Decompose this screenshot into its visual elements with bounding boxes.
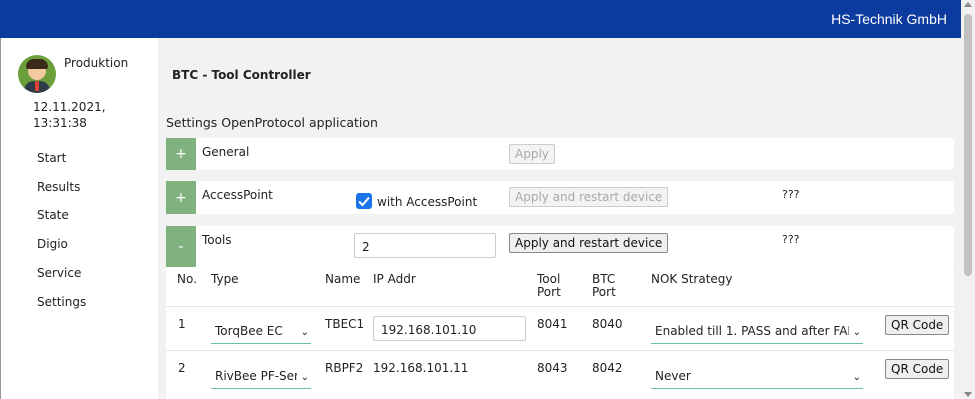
header-bar: HS-Technik GmbH	[0, 0, 961, 38]
qr-code-button[interactable]: QR Code	[885, 359, 950, 379]
row-tool-port: 8043	[537, 361, 568, 375]
row-no: 1	[178, 317, 186, 331]
nok-strategy-select[interactable]: Never ⌄	[651, 363, 863, 389]
col-tool-port: Tool Port	[537, 272, 561, 299]
sidebar-item-settings[interactable]: Settings	[37, 295, 86, 309]
current-datetime: 12.11.2021, 13:31:38	[33, 99, 106, 131]
main-content: BTC - Tool Controller Settings OpenProto…	[158, 38, 961, 399]
col-btc-port: BTC Port	[592, 272, 616, 299]
sidebar-item-results[interactable]: Results	[37, 180, 80, 194]
accesspoint-panel: + AccessPoint with AccessPoint Apply and…	[166, 181, 954, 214]
section-title: Settings OpenProtocol application	[166, 115, 378, 130]
chevron-down-icon: ⌄	[852, 327, 861, 338]
general-label: General	[202, 145, 250, 159]
row-btc-port: 8040	[592, 317, 623, 331]
check-icon	[358, 196, 370, 207]
current-time: 13:31:38	[33, 116, 87, 130]
general-panel: + General Apply	[166, 138, 954, 170]
scroll-up-icon[interactable]	[964, 2, 972, 7]
general-expand-button[interactable]: +	[166, 138, 196, 170]
sidebar-item-service[interactable]: Service	[37, 266, 81, 280]
nok-strategy-value: Never	[655, 369, 691, 383]
type-select[interactable]: RivBee PF-Serie ⌄	[211, 363, 311, 389]
tools-apply-restart-button[interactable]: Apply and restart device	[509, 233, 669, 253]
row-name: RBPF2	[325, 361, 364, 375]
accesspoint-expand-button[interactable]: +	[166, 181, 196, 214]
col-type: Type	[211, 272, 239, 286]
vertical-scrollbar[interactable]	[961, 0, 975, 399]
nok-strategy-select[interactable]: Enabled till 1. PASS and after FAIL ⌄	[651, 318, 863, 344]
chevron-down-icon: ⌄	[852, 372, 861, 383]
sidebar-item-start[interactable]: Start	[37, 151, 66, 165]
ip-input[interactable]: 192.168.101.10	[373, 316, 526, 341]
accesspoint-apply-restart-button[interactable]: Apply and restart device	[509, 187, 669, 207]
sidebar-item-digio[interactable]: Digio	[37, 237, 68, 251]
tools-label: Tools	[202, 233, 232, 247]
row-name: TBEC1	[325, 317, 365, 331]
row-btc-port: 8042	[592, 361, 623, 375]
company-name: HS-Technik GmbH	[831, 11, 947, 27]
page-title: BTC - Tool Controller	[172, 68, 311, 82]
row-no: 2	[178, 361, 186, 375]
col-no: No.	[177, 272, 197, 286]
tools-collapse-button[interactable]: -	[166, 226, 196, 267]
sidebar: Produktion 12.11.2021, 13:31:38 Start Re…	[0, 38, 159, 399]
col-ip: IP Addr	[373, 272, 416, 286]
col-name: Name	[325, 272, 361, 286]
type-select[interactable]: TorqBee EC ⌄	[211, 318, 311, 344]
divider	[166, 306, 954, 307]
scrollbar-thumb[interactable]	[964, 14, 972, 276]
tools-count-input[interactable]: 2	[354, 233, 496, 258]
col-nok-strategy: NOK Strategy	[651, 272, 733, 286]
tools-panel: - Tools 2 Apply and restart device ???	[166, 226, 954, 267]
type-select-value: TorqBee EC	[215, 324, 283, 338]
tools-table: No. Type Name IP Addr Tool Port BTC Port N…	[166, 267, 954, 399]
row-ip: 192.168.101.11	[373, 361, 469, 375]
user-name: Produktion	[64, 56, 129, 70]
current-date: 12.11.2021,	[33, 100, 106, 114]
nok-strategy-value: Enabled till 1. PASS and after FAIL	[655, 324, 849, 338]
accesspoint-label: AccessPoint	[202, 188, 273, 202]
accesspoint-status: ???	[782, 188, 800, 201]
divider	[166, 350, 954, 351]
chevron-down-icon: ⌄	[300, 327, 309, 338]
user-avatar-icon[interactable]	[18, 55, 56, 93]
row-tool-port: 8041	[537, 317, 568, 331]
type-select-value: RivBee PF-Serie	[215, 369, 297, 383]
general-apply-button[interactable]: Apply	[509, 144, 555, 164]
chevron-down-icon: ⌄	[300, 372, 309, 383]
tools-status: ???	[782, 233, 800, 246]
scroll-down-icon[interactable]	[964, 392, 972, 397]
qr-code-button[interactable]: QR Code	[885, 315, 950, 335]
sidebar-item-state[interactable]: State	[37, 208, 69, 222]
with-accesspoint-label: with AccessPoint	[377, 195, 478, 209]
with-accesspoint-checkbox[interactable]	[356, 193, 372, 209]
